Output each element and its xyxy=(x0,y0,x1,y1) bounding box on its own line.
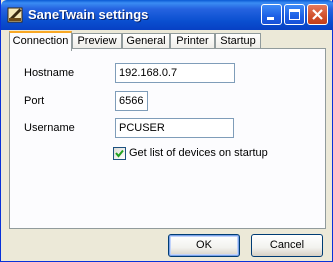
cancel-button[interactable]: Cancel xyxy=(251,234,323,257)
maximize-button[interactable] xyxy=(284,4,305,25)
minimize-button[interactable] xyxy=(261,4,282,25)
maximize-icon xyxy=(289,9,300,20)
title-bar[interactable]: SaneTwain settings xyxy=(1,0,333,30)
minimize-icon xyxy=(267,17,274,20)
startup-checkbox-label[interactable]: Get list of devices on startup xyxy=(129,147,268,159)
connection-panel: Hostname 192.168.0.7 Port 6566 Username … xyxy=(9,48,326,229)
hostname-label: Hostname xyxy=(24,67,75,79)
scanner-icon xyxy=(7,7,23,23)
startup-checkbox[interactable] xyxy=(113,147,126,160)
username-label: Username xyxy=(24,122,75,134)
window-title: SaneTwain settings xyxy=(28,7,149,22)
settings-window: SaneTwain settings Connection Preview Ge… xyxy=(0,0,333,262)
checkmark-icon xyxy=(115,149,124,158)
port-label: Port xyxy=(24,95,45,107)
close-icon xyxy=(312,9,323,20)
close-button[interactable] xyxy=(307,4,328,25)
username-field[interactable]: PCUSER xyxy=(115,118,234,138)
port-field[interactable]: 6566 xyxy=(115,91,148,111)
ok-button[interactable]: OK xyxy=(168,234,240,257)
hostname-field[interactable]: 192.168.0.7 xyxy=(115,63,235,83)
tab-connection[interactable]: Connection xyxy=(9,31,72,51)
